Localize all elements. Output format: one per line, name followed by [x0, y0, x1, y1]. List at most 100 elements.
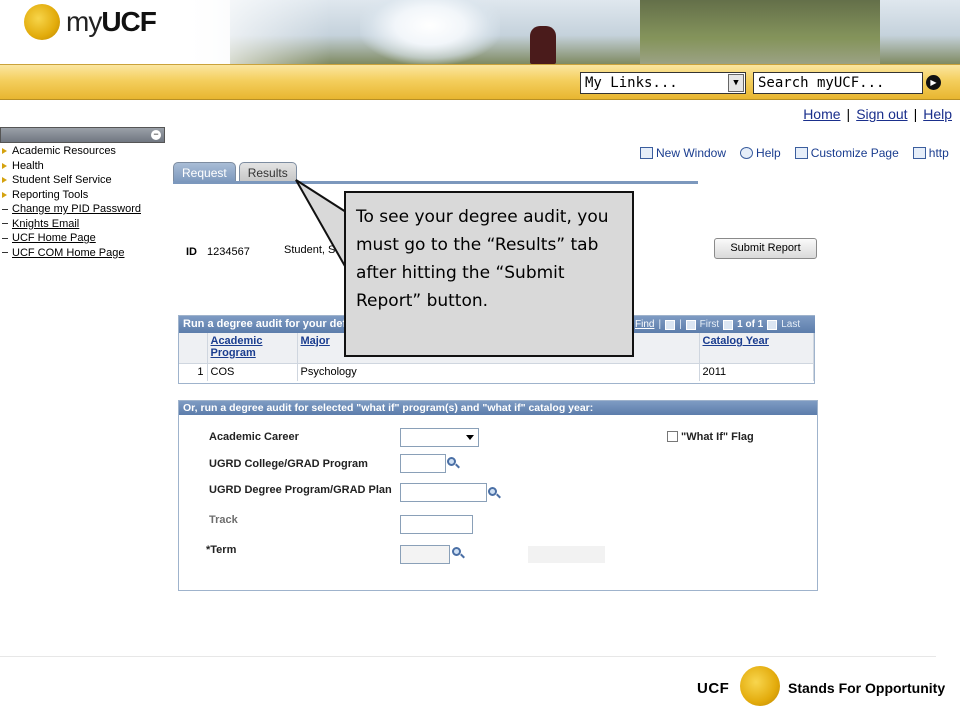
sidebar: − Academic Resources Health Student Self…: [0, 127, 165, 260]
sidebar-link[interactable]: UCF Home Page: [12, 231, 96, 246]
logo-prefix: my: [66, 6, 102, 37]
sidebar-menu: Academic Resources Health Student Self S…: [0, 144, 165, 260]
chevron-down-icon[interactable]: ▼: [728, 74, 744, 92]
student-name: Student, St: [284, 244, 339, 256]
program-header[interactable]: Academic Program: [207, 333, 298, 363]
sidebar-link[interactable]: UCF COM Home Page: [12, 246, 124, 261]
instruction-callout: To see your degree audit, you must go to…: [344, 191, 634, 357]
sidebar-item-label: Health: [12, 159, 44, 172]
expand-triangle-icon: [2, 148, 7, 155]
fountain-image: [360, 0, 500, 64]
footer-divider: [0, 656, 936, 657]
tab-request[interactable]: Request: [173, 162, 236, 182]
help-link[interactable]: Help: [923, 106, 952, 122]
http-icon: [912, 147, 926, 159]
home-link[interactable]: Home: [803, 106, 840, 122]
first-label[interactable]: First: [700, 316, 719, 333]
customize-page-link[interactable]: Customize Page: [794, 146, 899, 160]
my-links-select[interactable]: My Links... ▼: [580, 72, 746, 94]
sidebar-item-academic-resources[interactable]: Academic Resources: [0, 144, 165, 159]
grid-navigation: Find | | First 1 of 1 Last: [635, 316, 815, 333]
sidebar-item-health[interactable]: Health: [0, 159, 165, 174]
id-value: 1234567: [207, 246, 250, 258]
action-label: Customize Page: [810, 146, 899, 160]
college-program-input[interactable]: [400, 454, 446, 473]
sidebar-item-change-pid: Change my PID Password: [0, 202, 165, 217]
track-input[interactable]: [400, 515, 473, 534]
grid2-title: Or, run a degree audit for selected "wha…: [179, 401, 817, 415]
person-image: [530, 26, 556, 64]
sort-link[interactable]: Major: [301, 335, 330, 347]
my-links-value: My Links...: [585, 75, 678, 91]
pegasus-logo-icon: [24, 4, 60, 40]
sidebar-item-reporting-tools[interactable]: Reporting Tools: [0, 188, 165, 203]
grid1-title-text: Run a degree audit for your defa: [183, 318, 353, 330]
search-input[interactable]: Search myUCF...: [753, 72, 923, 94]
submit-report-button[interactable]: Submit Report: [714, 238, 817, 259]
sidebar-item-label: Student Self Service: [12, 174, 112, 186]
academic-career-select[interactable]: [400, 428, 479, 447]
next-icon[interactable]: [767, 319, 778, 330]
tab-results[interactable]: Results: [238, 162, 297, 182]
expand-triangle-icon: [2, 191, 7, 198]
id-label: ID: [186, 246, 197, 258]
search-icon[interactable]: [447, 457, 460, 469]
search-go-icon[interactable]: ▶: [926, 75, 941, 90]
tab-underline: [173, 181, 698, 184]
sidebar-item-label: Academic Resources: [12, 145, 116, 157]
student-id-row: ID 1234567: [186, 246, 250, 258]
program-cell: COS: [207, 362, 298, 381]
dash-icon: [2, 237, 8, 239]
sidebar-link[interactable]: Knights Email: [12, 217, 79, 232]
footer-tagline: Stands For Opportunity: [788, 680, 946, 696]
trees-image: [640, 0, 880, 64]
catalog-header[interactable]: Catalog Year: [699, 333, 814, 363]
sign-out-link[interactable]: Sign out: [856, 106, 907, 122]
footer-ucf: UCF: [697, 680, 730, 697]
what-if-flag-label: "What If" Flag: [681, 431, 754, 443]
new-window-link[interactable]: New Window: [640, 146, 726, 160]
dash-icon: [2, 223, 8, 225]
pegasus-icon: [740, 666, 780, 706]
http-link[interactable]: http: [912, 146, 949, 160]
search-icon[interactable]: [488, 487, 501, 499]
chevron-down-icon: [466, 435, 474, 440]
separator: |: [679, 319, 682, 330]
expand-triangle-icon: [2, 177, 7, 184]
separator: |: [658, 319, 662, 330]
tab-bar: Request Results: [173, 162, 297, 182]
sort-link[interactable]: Catalog Year: [703, 335, 769, 347]
term-label: *Term: [206, 544, 237, 556]
download-icon[interactable]: [685, 319, 696, 330]
sidebar-item-student-self-service[interactable]: Student Self Service: [0, 173, 165, 188]
sidebar-link[interactable]: Change my PID Password: [12, 202, 141, 217]
action-label: http: [928, 146, 949, 160]
major-cell: Psychology: [297, 362, 700, 381]
action-label: Help: [756, 146, 781, 160]
footer: UCF Stands For Opportunity: [0, 656, 960, 720]
sort-link[interactable]: Academic Program: [211, 335, 263, 359]
sidebar-item-label: Reporting Tools: [12, 188, 89, 201]
last-label[interactable]: Last: [781, 316, 800, 333]
help-icon: [740, 147, 754, 159]
academic-career-label: Academic Career: [209, 431, 299, 443]
search-placeholder: Search myUCF...: [758, 75, 885, 91]
term-input[interactable]: [400, 545, 450, 564]
expand-triangle-icon: [2, 162, 7, 169]
prev-icon[interactable]: [723, 319, 734, 330]
find-link[interactable]: Find: [635, 316, 654, 333]
myucf-logo[interactable]: my UCF: [24, 4, 157, 40]
degree-program-input[interactable]: [400, 483, 487, 502]
separator: |: [846, 106, 851, 122]
page-range: 1 of 1: [737, 319, 764, 330]
new-window-icon: [640, 147, 653, 159]
minimize-icon[interactable]: −: [151, 130, 161, 140]
search-icon[interactable]: [452, 547, 465, 559]
term-description: [528, 546, 605, 563]
view-all-icon[interactable]: [665, 319, 676, 330]
separator: |: [913, 106, 918, 122]
row-num: 1: [179, 362, 208, 381]
dash-icon: [2, 208, 8, 210]
what-if-checkbox[interactable]: [667, 431, 678, 442]
help-action-link[interactable]: Help: [740, 146, 781, 160]
